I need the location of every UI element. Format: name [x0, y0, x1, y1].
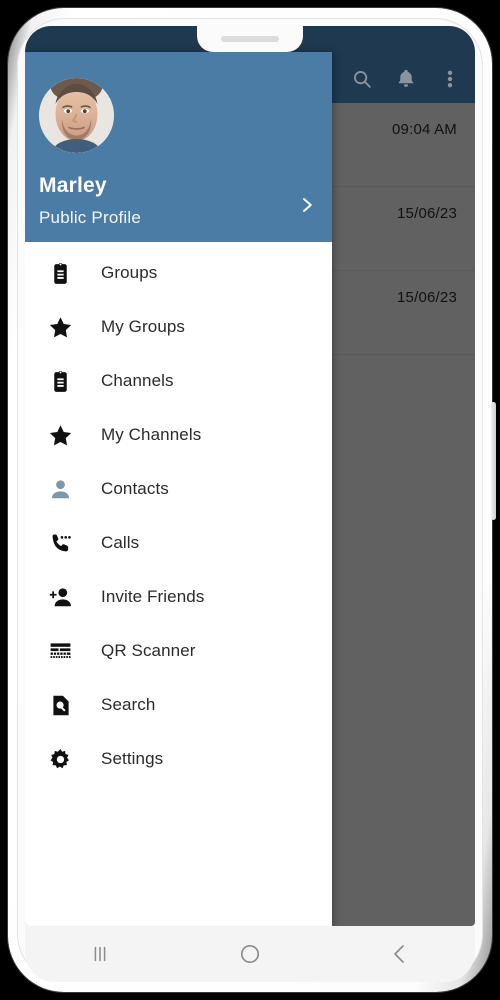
star-icon: [45, 312, 75, 342]
menu-item-my-channels[interactable]: My Channels: [25, 408, 332, 462]
recents-button[interactable]: [70, 934, 130, 974]
phone-screen: 09:04 AM 15/06/23 15/06/23: [25, 26, 475, 926]
qr-scanner-icon: [45, 636, 75, 666]
menu-item-invite-friends[interactable]: Invite Friends: [25, 570, 332, 624]
document-search-icon: [45, 690, 75, 720]
system-navigation-bar: [25, 926, 475, 982]
menu-item-label: QR Scanner: [101, 641, 196, 660]
clipboard-icon: [45, 366, 75, 396]
back-button[interactable]: [370, 934, 430, 974]
menu-item-label: Search: [101, 695, 156, 714]
screenshot-root: 09:04 AM 15/06/23 15/06/23: [0, 0, 500, 1000]
person-add-icon: [45, 582, 75, 612]
menu-item-label: My Groups: [101, 317, 186, 336]
menu-item-groups[interactable]: Groups: [25, 246, 332, 300]
gear-icon: [45, 744, 75, 774]
profile-name: Marley: [39, 174, 107, 197]
menu-item-label: Groups: [101, 263, 158, 282]
menu-item-calls[interactable]: Calls: [25, 516, 332, 570]
menu-item-label: My Channels: [101, 425, 202, 444]
navigation-drawer: Marley Public Profile Groups My Groups C…: [25, 52, 332, 926]
avatar-photo: [39, 78, 114, 153]
star-icon: [45, 420, 75, 450]
notifications-icon[interactable]: [395, 68, 417, 90]
chevron-right-icon[interactable]: [298, 196, 316, 214]
avatar[interactable]: [39, 78, 114, 153]
phone-notch: [197, 26, 303, 52]
earpiece-speaker: [221, 36, 279, 42]
menu-item-label: Contacts: [101, 479, 169, 498]
home-button[interactable]: [220, 934, 280, 974]
menu-item-qr-scanner[interactable]: QR Scanner: [25, 624, 332, 678]
overflow-menu-icon[interactable]: [439, 68, 461, 90]
person-icon: [45, 474, 75, 504]
menu-item-label: Invite Friends: [101, 587, 205, 606]
menu-item-label: Channels: [101, 371, 174, 390]
menu-item-contacts[interactable]: Contacts: [25, 462, 332, 516]
clipboard-icon: [45, 258, 75, 288]
menu-item-label: Calls: [101, 533, 140, 552]
menu-item-channels[interactable]: Channels: [25, 354, 332, 408]
menu-item-my-groups[interactable]: My Groups: [25, 300, 332, 354]
menu-item-label: Settings: [101, 749, 164, 768]
search-icon[interactable]: [351, 68, 373, 90]
drawer-menu-list: Groups My Groups Channels My Channels Co…: [25, 242, 332, 786]
menu-item-settings[interactable]: Settings: [25, 732, 332, 786]
menu-item-search[interactable]: Search: [25, 678, 332, 732]
profile-subtitle: Public Profile: [39, 208, 142, 227]
power-button[interactable]: [491, 402, 496, 520]
app-bar-actions: [354, 55, 475, 103]
phone-call-icon: [45, 528, 75, 558]
drawer-profile-header[interactable]: Marley Public Profile: [25, 52, 332, 242]
